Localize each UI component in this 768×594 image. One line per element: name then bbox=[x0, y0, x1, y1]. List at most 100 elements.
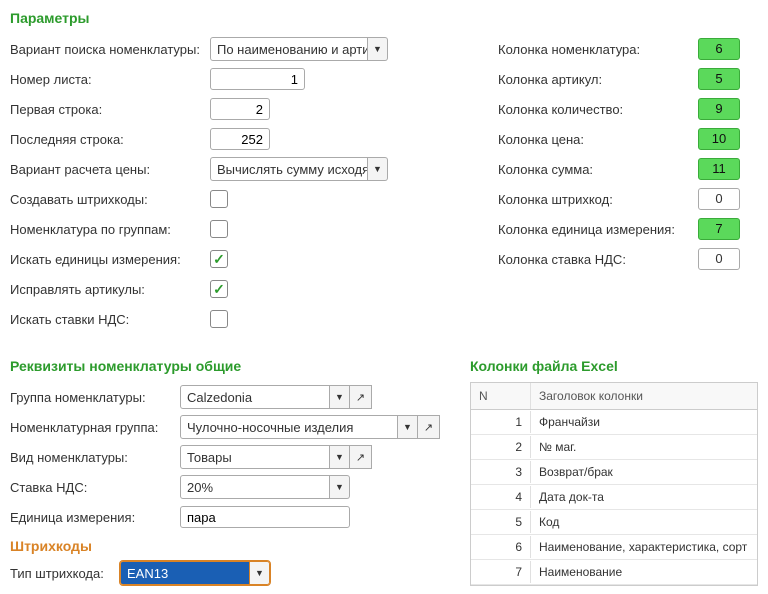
search-vat-label: Искать ставки НДС: bbox=[10, 312, 210, 327]
search-units-checkbox[interactable] bbox=[210, 250, 228, 268]
type-label: Вид номенклатуры: bbox=[10, 450, 180, 465]
col-nomen-label: Колонка номенклатура: bbox=[498, 42, 698, 57]
table-body: 1Франчайзи2№ маг.3Возврат/брак4Дата док-… bbox=[471, 410, 757, 585]
col-price-input[interactable]: 10 bbox=[698, 128, 740, 150]
vat-label: Ставка НДС: bbox=[10, 480, 180, 495]
table-cell-n: 1 bbox=[471, 411, 531, 433]
price-calc-label: Вариант расчета цены: bbox=[10, 162, 210, 177]
first-row-label: Первая строка: bbox=[10, 102, 210, 117]
vat-select[interactable]: 20% ▼ bbox=[180, 475, 350, 499]
open-icon[interactable]: ↗ bbox=[350, 385, 372, 409]
table-cell-title: № маг. bbox=[531, 436, 757, 458]
table-row[interactable]: 6Наименование, характеристика, сорт bbox=[471, 535, 757, 560]
table-row[interactable]: 5Код bbox=[471, 510, 757, 535]
col-sum-label: Колонка сумма: bbox=[498, 162, 698, 177]
nomgroup-value[interactable]: Чулочно-носочные изделия bbox=[180, 415, 398, 439]
search-variant-select[interactable]: По наименованию и артикулу ▼ bbox=[210, 37, 388, 61]
table-cell-title: Франчайзи bbox=[531, 411, 757, 433]
dropdown-icon[interactable]: ▼ bbox=[368, 37, 388, 61]
last-row-input[interactable] bbox=[210, 128, 270, 150]
vat-value[interactable]: 20% bbox=[180, 475, 330, 499]
search-units-label: Искать единицы измерения: bbox=[10, 252, 210, 267]
open-icon[interactable]: ↗ bbox=[350, 445, 372, 469]
dropdown-icon[interactable]: ▼ bbox=[330, 445, 350, 469]
open-icon[interactable]: ↗ bbox=[418, 415, 440, 439]
dropdown-icon[interactable]: ▼ bbox=[330, 475, 350, 499]
table-cell-n: 5 bbox=[471, 511, 531, 533]
col-unit-label: Колонка единица измерения: bbox=[498, 222, 698, 237]
col-vat-label: Колонка ставка НДС: bbox=[498, 252, 698, 267]
last-row-label: Последняя строка: bbox=[10, 132, 210, 147]
right-column: Колонка номенклатура: 6 Колонка артикул:… bbox=[498, 34, 758, 334]
table-cell-title: Возврат/брак bbox=[531, 461, 757, 483]
table-row[interactable]: 3Возврат/брак bbox=[471, 460, 757, 485]
table-header-n: N bbox=[471, 383, 531, 409]
groups-label: Номенклатура по группам: bbox=[10, 222, 210, 237]
dropdown-icon[interactable]: ▼ bbox=[250, 561, 270, 585]
dropdown-icon[interactable]: ▼ bbox=[330, 385, 350, 409]
table-row[interactable]: 1Франчайзи bbox=[471, 410, 757, 435]
table-row[interactable]: 2№ маг. bbox=[471, 435, 757, 460]
table-row[interactable]: 4Дата док-та bbox=[471, 485, 757, 510]
col-qty-label: Колонка количество: bbox=[498, 102, 698, 117]
excel-title: Колонки файла Excel bbox=[470, 358, 758, 374]
table-row[interactable]: 7Наименование bbox=[471, 560, 757, 585]
sheet-input[interactable] bbox=[210, 68, 305, 90]
group-label: Группа номенклатуры: bbox=[10, 390, 180, 405]
group-select[interactable]: Calzedonia ▼ ↗ bbox=[180, 385, 372, 409]
type-value[interactable]: Товары bbox=[180, 445, 330, 469]
col-article-input[interactable]: 5 bbox=[698, 68, 740, 90]
sheet-label: Номер листа: bbox=[10, 72, 210, 87]
nomgroup-select[interactable]: Чулочно-носочные изделия ▼ ↗ bbox=[180, 415, 440, 439]
price-calc-value[interactable]: Вычислять сумму исходя bbox=[210, 157, 368, 181]
groups-checkbox[interactable] bbox=[210, 220, 228, 238]
search-variant-label: Вариант поиска номенклатуры: bbox=[10, 42, 210, 57]
search-variant-value[interactable]: По наименованию и артикулу bbox=[210, 37, 368, 61]
col-vat-input[interactable]: 0 bbox=[698, 248, 740, 270]
bottom-left: Реквизиты номенклатуры общие Группа номе… bbox=[10, 354, 450, 588]
col-price-label: Колонка цена: bbox=[498, 132, 698, 147]
group-value[interactable]: Calzedonia bbox=[180, 385, 330, 409]
table-cell-n: 6 bbox=[471, 536, 531, 558]
barcode-type-value[interactable]: EAN13 bbox=[120, 561, 250, 585]
table-cell-title: Наименование bbox=[531, 561, 757, 583]
bottom-section: Реквизиты номенклатуры общие Группа номе… bbox=[10, 354, 758, 588]
dropdown-icon[interactable]: ▼ bbox=[398, 415, 418, 439]
table-header: N Заголовок колонки bbox=[471, 383, 757, 410]
table-cell-n: 7 bbox=[471, 561, 531, 583]
price-calc-select[interactable]: Вычислять сумму исходя ▼ bbox=[210, 157, 388, 181]
top-section: Вариант поиска номенклатуры: По наименов… bbox=[10, 34, 758, 334]
create-barcodes-label: Создавать штрихкоды: bbox=[10, 192, 210, 207]
first-row-input[interactable] bbox=[210, 98, 270, 120]
bottom-right: Колонки файла Excel N Заголовок колонки … bbox=[470, 354, 758, 588]
table-cell-title: Дата док-та bbox=[531, 486, 757, 508]
requisites-title: Реквизиты номенклатуры общие bbox=[10, 358, 450, 374]
dropdown-icon[interactable]: ▼ bbox=[368, 157, 388, 181]
unit-input[interactable] bbox=[180, 506, 350, 528]
nomgroup-label: Номенклатурная группа: bbox=[10, 420, 180, 435]
col-unit-input[interactable]: 7 bbox=[698, 218, 740, 240]
table-cell-n: 3 bbox=[471, 461, 531, 483]
col-qty-input[interactable]: 9 bbox=[698, 98, 740, 120]
col-barcode-input[interactable]: 0 bbox=[698, 188, 740, 210]
create-barcodes-checkbox[interactable] bbox=[210, 190, 228, 208]
search-vat-checkbox[interactable] bbox=[210, 310, 228, 328]
params-title: Параметры bbox=[10, 10, 758, 26]
left-column: Вариант поиска номенклатуры: По наименов… bbox=[10, 34, 428, 334]
fix-articles-label: Исправлять артикулы: bbox=[10, 282, 210, 297]
table-cell-n: 4 bbox=[471, 486, 531, 508]
table-cell-title: Наименование, характеристика, сорт bbox=[531, 536, 757, 558]
unit-label: Единица измерения: bbox=[10, 510, 180, 525]
barcodes-title: Штрихкоды bbox=[10, 538, 450, 554]
barcode-type-select[interactable]: EAN13 ▼ bbox=[120, 561, 270, 585]
col-sum-input[interactable]: 11 bbox=[698, 158, 740, 180]
col-nomen-input[interactable]: 6 bbox=[698, 38, 740, 60]
fix-articles-checkbox[interactable] bbox=[210, 280, 228, 298]
table-cell-n: 2 bbox=[471, 436, 531, 458]
col-barcode-label: Колонка штрихкод: bbox=[498, 192, 698, 207]
table-header-col: Заголовок колонки bbox=[531, 383, 757, 409]
excel-columns-table: N Заголовок колонки 1Франчайзи2№ маг.3Во… bbox=[470, 382, 758, 586]
table-cell-title: Код bbox=[531, 511, 757, 533]
type-select[interactable]: Товары ▼ ↗ bbox=[180, 445, 372, 469]
col-article-label: Колонка артикул: bbox=[498, 72, 698, 87]
